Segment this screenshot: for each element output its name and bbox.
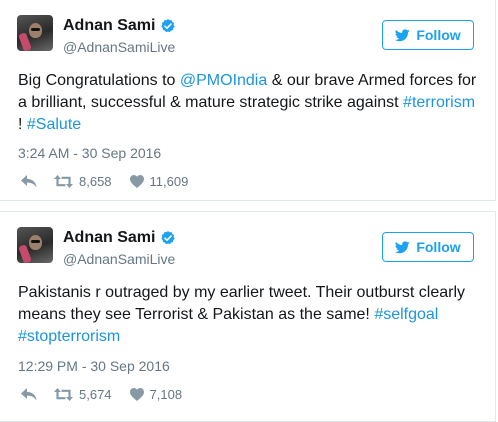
twitter-bird-icon bbox=[395, 28, 411, 41]
verified-badge-icon bbox=[161, 231, 176, 245]
verified-badge-icon bbox=[161, 19, 176, 33]
mention-link[interactable]: @PMOIndia bbox=[180, 72, 267, 89]
twitter-bird-icon bbox=[395, 240, 411, 253]
retweet-icon bbox=[54, 388, 73, 401]
author-name-text[interactable]: Adnan Sami bbox=[63, 229, 155, 247]
heart-icon bbox=[129, 175, 144, 188]
author-name[interactable]: Adnan Sami bbox=[63, 17, 176, 35]
like-button[interactable]: 11,609 bbox=[129, 174, 189, 189]
tweet-actions: 5,674 7,108 bbox=[21, 387, 182, 402]
follow-label: Follow bbox=[416, 239, 461, 255]
author-name[interactable]: Adnan Sami bbox=[63, 229, 176, 247]
hashtag-link[interactable]: #stopterrorism bbox=[18, 328, 120, 345]
hashtag-link[interactable]: #terrorism bbox=[403, 94, 475, 111]
reply-icon bbox=[21, 175, 37, 188]
reply-button[interactable] bbox=[21, 388, 37, 401]
like-count: 7,108 bbox=[149, 387, 183, 402]
avatar[interactable] bbox=[17, 227, 53, 263]
tweet-timestamp[interactable]: 3:24 AM - 30 Sep 2016 bbox=[18, 145, 161, 161]
tweet-text: Big Congratulations to @PMOIndia & our b… bbox=[18, 70, 480, 136]
hashtag-link[interactable]: #selfgoal bbox=[374, 306, 438, 323]
heart-icon bbox=[129, 388, 144, 401]
tweet-text-segment: ! bbox=[18, 116, 27, 133]
retweet-button[interactable]: 5,674 bbox=[54, 387, 112, 402]
avatar[interactable] bbox=[17, 15, 53, 51]
retweet-icon bbox=[54, 175, 73, 188]
tweet-card: Adnan Sami @AdnanSamiLive Follow Pakista… bbox=[0, 211, 496, 422]
retweet-count: 5,674 bbox=[79, 387, 112, 402]
tweet-text: Pakistanis r outraged by my earlier twee… bbox=[18, 282, 480, 348]
author-handle[interactable]: @AdnanSamiLive bbox=[63, 251, 175, 267]
tweet-timestamp[interactable]: 12:29 PM - 30 Sep 2016 bbox=[18, 358, 170, 374]
retweet-button[interactable]: 8,658 bbox=[54, 174, 112, 189]
tweet-actions: 8,658 11,609 bbox=[21, 174, 188, 189]
reply-icon bbox=[21, 388, 37, 401]
follow-button[interactable]: Follow bbox=[382, 20, 474, 50]
follow-button[interactable]: Follow bbox=[382, 232, 474, 262]
tweet-text-segment: Big Congratulations to bbox=[18, 72, 180, 89]
retweet-count: 8,658 bbox=[79, 174, 112, 189]
author-name-text[interactable]: Adnan Sami bbox=[63, 17, 155, 35]
follow-label: Follow bbox=[416, 27, 461, 43]
author-handle[interactable]: @AdnanSamiLive bbox=[63, 39, 175, 55]
like-button[interactable]: 7,108 bbox=[129, 387, 183, 402]
like-count: 11,609 bbox=[149, 174, 189, 189]
reply-button[interactable] bbox=[21, 175, 37, 188]
tweet-card: Adnan Sami @AdnanSamiLive Follow Big Con… bbox=[0, 0, 496, 201]
hashtag-link[interactable]: #Salute bbox=[27, 116, 81, 133]
